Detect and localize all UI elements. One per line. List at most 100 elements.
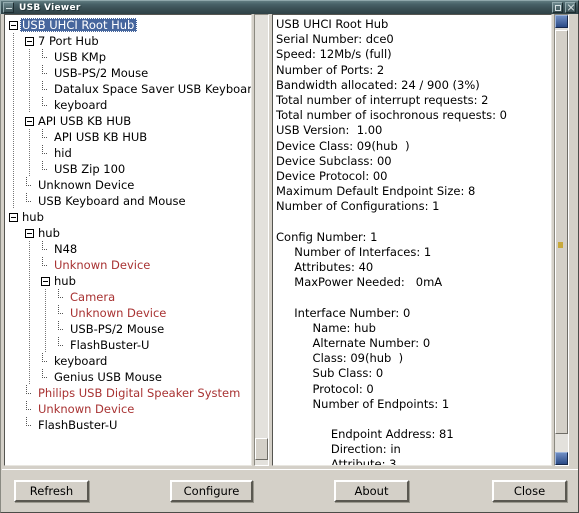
detail-line: Interface Number: 0 xyxy=(276,305,411,320)
tree-item[interactable]: Unknown Device xyxy=(5,401,251,417)
tree-collapse-icon[interactable] xyxy=(9,20,18,30)
tree-indent xyxy=(5,65,41,81)
tree-item[interactable]: hub xyxy=(5,209,251,225)
configure-button[interactable]: Configure xyxy=(170,480,253,502)
tree-item-label: USB UHCI Root Hub xyxy=(20,18,138,32)
tree-branch-icon xyxy=(41,369,52,385)
tree-branch-icon xyxy=(57,321,68,337)
tree-item[interactable]: 7 Port Hub xyxy=(5,33,251,49)
tree-item-label: keyboard xyxy=(54,98,108,112)
tree-branch-icon xyxy=(41,257,52,273)
tree-indent xyxy=(5,289,57,305)
window-body: USB UHCI Root Hub 7 Port Hub USB KMp USB-PS… xyxy=(0,14,579,513)
tree-collapse-icon[interactable] xyxy=(9,212,18,222)
tree-item-label: USB-PS/2 Mouse xyxy=(54,66,149,80)
scroll-up-arrow-icon[interactable] xyxy=(555,15,568,28)
tree-item[interactable]: USB-PS/2 Mouse xyxy=(5,65,251,81)
tree-item[interactable]: keyboard xyxy=(5,353,251,369)
tree-guide-line xyxy=(45,337,46,353)
tree-item-label: USB Zip 100 xyxy=(54,162,126,176)
tree-collapse-icon[interactable] xyxy=(25,36,34,46)
tree-item[interactable]: USB UHCI Root Hub xyxy=(5,17,251,33)
tree-indent xyxy=(5,145,41,161)
tree-item[interactable]: keyboard xyxy=(5,97,251,113)
tree-branch-icon xyxy=(41,65,52,81)
tree-collapse-icon[interactable] xyxy=(41,276,50,286)
tree-vertical-scrollbar[interactable] xyxy=(254,14,269,466)
tree-indent xyxy=(5,33,25,49)
tree-branch-icon xyxy=(25,177,36,193)
tree-collapse-icon[interactable] xyxy=(25,116,34,126)
tree-guide-line xyxy=(13,49,14,65)
tree-guide-line xyxy=(45,321,46,337)
tree-indent xyxy=(5,161,41,177)
tree-branch-icon xyxy=(41,129,52,145)
tree-guide-line xyxy=(13,97,14,113)
titlebar-filler xyxy=(81,1,551,14)
window-titlebar[interactable]: USB Viewer xyxy=(0,0,579,14)
device-tree-viewport[interactable]: USB UHCI Root Hub 7 Port Hub USB KMp USB-PS… xyxy=(5,15,251,465)
tree-collapse-icon[interactable] xyxy=(25,228,34,238)
tree-item[interactable]: Genius USB Mouse xyxy=(5,369,251,385)
device-tree[interactable]: USB UHCI Root Hub 7 Port Hub USB KMp USB-PS… xyxy=(5,15,251,433)
tree-item-label: hub xyxy=(38,226,60,240)
about-button[interactable]: About xyxy=(334,480,409,502)
tree-item[interactable]: hub xyxy=(5,273,251,289)
close-button[interactable]: Close xyxy=(492,480,567,502)
tree-item-label: Philips USB Digital Speaker System xyxy=(38,386,241,400)
tree-guide-line xyxy=(29,97,30,113)
detail-line: Device Subclass: 00 xyxy=(276,153,392,168)
tree-indent xyxy=(5,305,57,321)
tree-item-label: 7 Port Hub xyxy=(38,34,99,48)
tree-item-label: keyboard xyxy=(54,354,108,368)
close-icon[interactable] xyxy=(565,2,576,13)
detail-line: Protocol: 0 xyxy=(276,381,374,396)
tree-item[interactable]: FlashBuster-U xyxy=(5,417,251,433)
tree-item[interactable]: Camera xyxy=(5,289,251,305)
tree-guide-line xyxy=(29,273,30,289)
tree-guide-line xyxy=(29,321,30,337)
tree-scrollbar-trough[interactable] xyxy=(254,14,269,466)
tree-item[interactable]: API USB KB HUB xyxy=(5,129,251,145)
tree-indent xyxy=(5,129,41,145)
tree-item[interactable]: USB-PS/2 Mouse xyxy=(5,321,251,337)
titlebar-buttons xyxy=(551,2,577,13)
tree-item[interactable]: Unknown Device xyxy=(5,257,251,273)
tree-item[interactable]: Datalux Space Saver USB Keyboard xyxy=(5,81,251,97)
tree-item[interactable]: hub xyxy=(5,225,251,241)
refresh-button[interactable]: Refresh xyxy=(14,480,89,502)
tree-item[interactable]: USB Keyboard and Mouse xyxy=(5,193,251,209)
tree-item[interactable]: N48 xyxy=(5,241,251,257)
scrollbar-marker-icon xyxy=(558,242,563,248)
tree-item[interactable]: FlashBuster-U xyxy=(5,337,251,353)
tree-branch-icon xyxy=(57,305,68,321)
detail-line: MaxPower Needed: 0mA xyxy=(276,275,443,290)
tree-item[interactable]: USB KMp xyxy=(5,49,251,65)
tree-item[interactable]: Unknown Device xyxy=(5,305,251,321)
detail-line: Bandwidth allocated: 24 / 900 (3%) xyxy=(276,77,480,92)
tree-guide-line xyxy=(13,65,14,81)
tree-item[interactable]: hid xyxy=(5,145,251,161)
minimize-icon[interactable] xyxy=(3,2,14,13)
tree-item[interactable]: USB Zip 100 xyxy=(5,161,251,177)
maximize-icon[interactable] xyxy=(552,2,563,13)
tree-scrollbar-thumb[interactable] xyxy=(255,438,268,460)
detail-line: Total number of isochronous requests: 0 xyxy=(276,108,507,123)
detail-line: USB UHCI Root Hub xyxy=(276,17,389,31)
scroll-down-arrow-icon[interactable] xyxy=(555,452,568,465)
tree-item[interactable]: Philips USB Digital Speaker System xyxy=(5,385,251,401)
tree-item[interactable]: Unknown Device xyxy=(5,177,251,193)
tree-branch-icon xyxy=(41,241,52,257)
device-details-viewport[interactable]: USB UHCI Root Hub Serial Number: dce0 Spee… xyxy=(273,15,551,465)
tree-indent xyxy=(5,177,25,193)
detail-line: Sub Class: 0 xyxy=(276,366,384,381)
detail-line: Speed: 12Mb/s (full) xyxy=(276,47,392,62)
tree-item-label: hid xyxy=(54,146,72,160)
tree-item-label: Camera xyxy=(70,290,116,304)
tree-item[interactable]: API USB KB HUB xyxy=(5,113,251,129)
detail-scrollbar-thumb[interactable] xyxy=(555,30,568,434)
tree-branch-icon xyxy=(41,161,52,177)
tree-indent xyxy=(5,321,57,337)
detail-vertical-scrollbar[interactable] xyxy=(554,14,569,466)
